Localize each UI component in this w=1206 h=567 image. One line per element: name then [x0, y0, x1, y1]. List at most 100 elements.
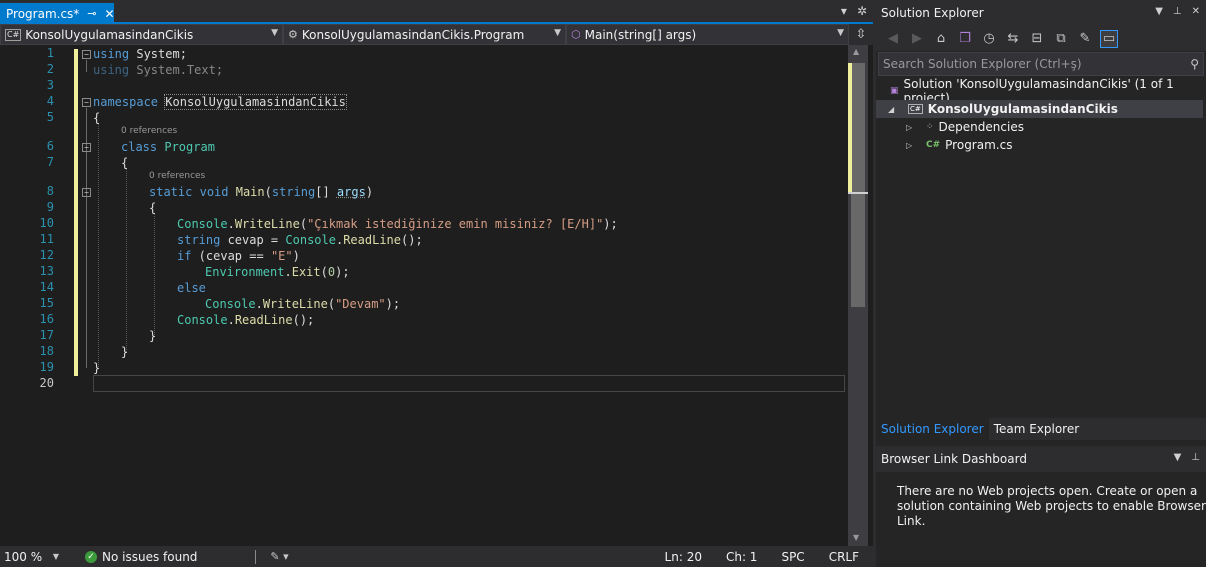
class-icon: ⚙ — [288, 28, 298, 41]
navigation-bar: C# KonsolUygulamasindanCikis ▼ ⚙ KonsolU… — [0, 24, 873, 45]
chevron-down-icon: ▼ — [271, 28, 278, 38]
csharp-project-icon: C# — [908, 104, 923, 114]
csharp-project-icon: C# — [5, 28, 22, 41]
code-editor[interactable]: 1 2 3 4 5 6 7 8 9 10 11 12 13 14 15 16 1… — [0, 45, 848, 546]
line-number: 6 — [46, 139, 54, 153]
project-dropdown[interactable]: C# KonsolUygulamasindanCikis ▼ — [0, 24, 283, 45]
zoom-dropdown[interactable]: 100 % ▼ — [0, 548, 65, 566]
panel-title-buttons: ▼ ⊥ ✕ — [1155, 6, 1200, 17]
collapse-icon[interactable]: − — [82, 143, 91, 152]
member-dropdown[interactable]: ⬡ Main(string[] args) ▼ — [566, 24, 849, 45]
code-line: Console.WriteLine("Çıkmak istediğinize e… — [177, 217, 618, 231]
window-menu-icon[interactable]: ▼ — [1174, 452, 1182, 463]
whitespace-mode[interactable]: SPC — [781, 550, 804, 564]
scroll-up-icon[interactable]: ▲ — [853, 47, 859, 56]
pin-icon[interactable]: ⊸ — [87, 7, 96, 20]
pending-changes-filter-icon[interactable]: ◷ — [980, 30, 998, 48]
tree-item-solution[interactable]: ▣ Solution 'KonsolUygulamasindanCikis' (… — [876, 77, 1203, 105]
tree-item-label: KonsolUygulamasindanCikis — [927, 102, 1118, 116]
line-number: 13 — [39, 264, 54, 278]
close-icon[interactable]: ✕ — [105, 7, 115, 21]
caret-marker — [848, 192, 868, 194]
show-all-files-icon[interactable]: ⧉ — [1052, 30, 1070, 48]
code-line: string cevap = Console.ReadLine(); — [177, 233, 423, 247]
class-references-codelens[interactable]: 0 references — [121, 126, 177, 136]
line-position: Ln: 20 — [664, 549, 702, 564]
code-line: { — [121, 156, 129, 170]
chevron-down-icon: ▼ — [554, 28, 561, 38]
tree-item-label: Dependencies — [938, 120, 1024, 134]
line-number: 12 — [39, 248, 54, 262]
code-line: } — [93, 361, 101, 375]
tab-team-explorer[interactable]: Team Explorer — [989, 418, 1085, 440]
change-marker — [848, 63, 852, 193]
pin-icon[interactable]: ⊥ — [1191, 452, 1200, 463]
browser-link-titlebar: Browser Link Dashboard ▼ ⊥ — [876, 446, 1206, 472]
collapsed-arrow-icon[interactable]: ▷ — [906, 141, 916, 150]
code-line: else — [177, 281, 206, 295]
dependencies-icon: ⁘ — [926, 122, 934, 132]
settings-icon[interactable]: ✲ — [857, 4, 867, 18]
sync-icon[interactable]: ⇆ — [1004, 30, 1022, 48]
type-dropdown-label: KonsolUygulamasindanCikis.Program — [301, 27, 525, 42]
window-menu-icon[interactable]: ▼ — [1155, 6, 1163, 17]
properties-icon[interactable]: ✎ — [1076, 30, 1094, 48]
line-number: 4 — [46, 94, 54, 108]
tree-item-dependencies[interactable]: ▷ ⁘ Dependencies — [876, 118, 1203, 136]
split-editor-button[interactable]: ⇳ — [849, 24, 873, 45]
tree-item-project[interactable]: ◢ C# KonsolUygulamasindanCikis — [876, 100, 1203, 118]
code-line: } — [149, 329, 157, 343]
chevron-down-icon: ▼ — [52, 551, 59, 561]
switch-views-icon[interactable]: ❐ — [956, 30, 974, 48]
code-line: } — [121, 345, 129, 359]
vertical-scrollbar[interactable]: ▲ ▼ — [848, 45, 868, 546]
collapse-icon[interactable]: − — [82, 50, 91, 59]
line-number: 2 — [46, 62, 54, 76]
code-cleanup-icon[interactable]: ✎ ▾ — [270, 550, 288, 563]
tab-solution-explorer[interactable]: Solution Explorer — [876, 418, 989, 440]
collapse-all-icon[interactable]: ⊟ — [1028, 30, 1046, 48]
scroll-down-icon[interactable]: ▼ — [853, 533, 859, 542]
current-line-highlight — [93, 375, 845, 392]
tree-item-label: Program.cs — [945, 138, 1013, 152]
tab-list-dropdown-icon[interactable]: ▾ — [841, 4, 847, 18]
collapse-icon[interactable]: − — [82, 98, 91, 107]
pin-icon[interactable]: ⊥ — [1173, 6, 1182, 17]
line-ending-mode[interactable]: CRLF — [829, 550, 859, 564]
line-number: 1 — [46, 46, 54, 60]
home-icon[interactable]: ⌂ — [932, 30, 950, 48]
code-line: Environment.Exit(0); — [205, 265, 350, 279]
unsaved-changes-bar — [74, 49, 78, 376]
line-number: 19 — [39, 360, 54, 374]
type-dropdown[interactable]: ⚙ KonsolUygulamasindanCikis.Program ▼ — [283, 24, 566, 45]
forward-icon[interactable]: ▶ — [908, 30, 926, 48]
code-line: static void Main(string[] args) — [149, 185, 374, 199]
indent-guide — [126, 168, 127, 352]
issues-status[interactable]: No issues found — [102, 550, 197, 564]
zoom-level: 100 % — [4, 549, 43, 564]
panel-title: Solution Explorer — [881, 6, 984, 20]
code-line: class Program — [121, 140, 215, 154]
close-icon[interactable]: ✕ — [1192, 6, 1200, 17]
tab-program-cs[interactable]: Program.cs* ⊸ ✕ — [0, 3, 115, 24]
expanded-arrow-icon[interactable]: ◢ — [888, 105, 898, 114]
code-line: if (cevap == "E") — [177, 249, 300, 263]
back-icon[interactable]: ◀ — [884, 30, 902, 48]
fold-line — [86, 60, 87, 72]
solution-explorer-search-input[interactable]: Search Solution Explorer (Ctrl+ş) ⚲ — [878, 52, 1204, 76]
line-number: 3 — [46, 78, 54, 92]
method-references-codelens[interactable]: 0 references — [149, 171, 205, 181]
code-line: Console.ReadLine(); — [177, 313, 315, 327]
collapse-icon[interactable]: − — [82, 188, 91, 197]
preview-selected-icon[interactable]: ▭ — [1100, 29, 1118, 48]
line-number: 18 — [39, 344, 54, 358]
collapsed-arrow-icon[interactable]: ▷ — [906, 123, 916, 132]
line-number: 15 — [39, 296, 54, 310]
line-number: 10 — [39, 216, 54, 230]
solution-explorer-toolbar: ◀ ▶ ⌂ ❐ ◷ ⇆ ⊟ ⧉ ✎ ▭ — [876, 26, 1206, 51]
check-icon: ✓ — [85, 550, 97, 563]
search-icon[interactable]: ⚲ — [1190, 57, 1199, 71]
tree-item-program-cs[interactable]: ▷ C# Program.cs — [876, 136, 1203, 154]
scrollbar-thumb[interactable] — [851, 63, 865, 307]
code-line: { — [93, 111, 101, 125]
